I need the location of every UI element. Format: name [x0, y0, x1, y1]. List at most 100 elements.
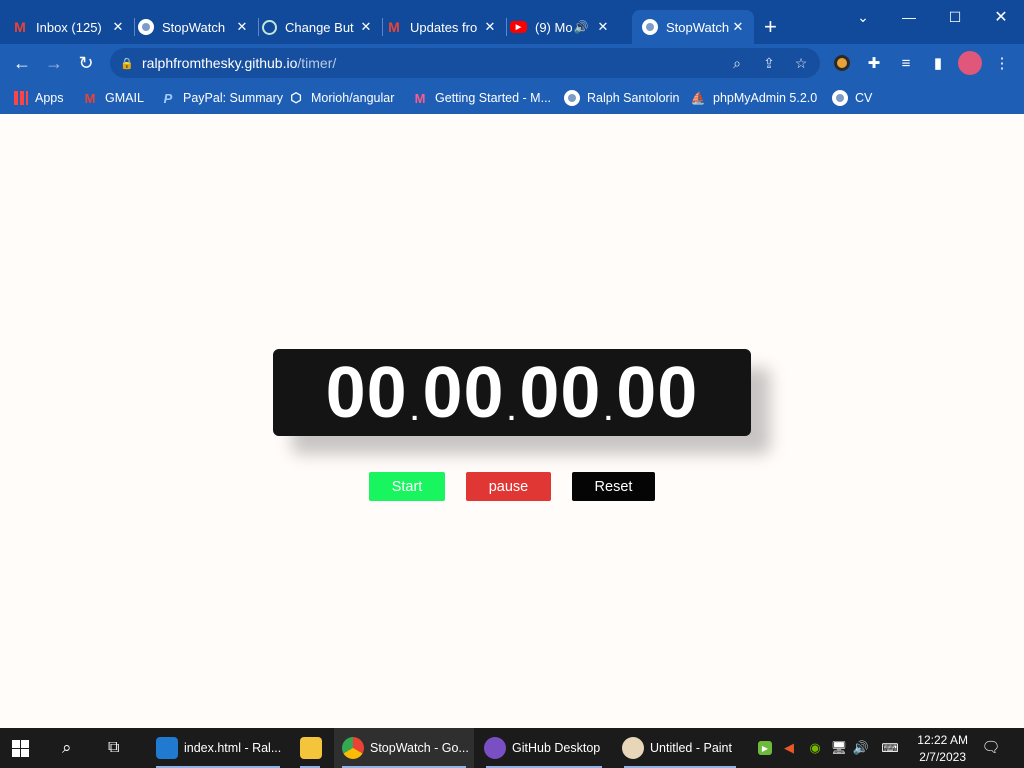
bookmark-ralph[interactable]: Ralph Santolorin [564, 89, 679, 107]
bookmark-apps[interactable]: Apps [14, 89, 64, 107]
task-view-icon[interactable]: ⧉ [108, 728, 130, 768]
keyboard-icon[interactable]: ⌨ [878, 739, 902, 757]
notifications-icon[interactable]: 🗨 [981, 738, 1000, 756]
forward-icon[interactable]: → [44, 53, 64, 73]
minimize-button[interactable]: — [886, 6, 932, 28]
taskbar-label: Untitled - Paint [650, 741, 732, 755]
tab-updates[interactable]: M Updates fro ✕ [386, 10, 506, 44]
bookmark-paypal[interactable]: P PayPal: Summary [160, 89, 283, 107]
close-window-button[interactable]: ✕ [978, 6, 1024, 28]
speaker-icon[interactable]: 🔊 [852, 739, 870, 757]
tab-stopwatch-active[interactable]: StopWatch ✕ [632, 10, 754, 44]
close-icon[interactable]: ✕ [482, 19, 498, 35]
bookmark-cv[interactable]: CV [832, 89, 872, 107]
reload-icon[interactable]: ↻ [76, 53, 96, 73]
url-path: /timer/ [297, 55, 337, 71]
chrome-icon [342, 737, 364, 759]
taskbar-vscode[interactable]: index.html - Ral... [148, 728, 288, 768]
clock-time: 12:22 AM [917, 733, 968, 747]
bookmark-getting-started[interactable]: M Getting Started - M... [412, 89, 551, 107]
paint-icon [622, 737, 644, 759]
hours-value: 00 [325, 353, 408, 433]
clock[interactable]: 12:22 AM 2/7/2023 [917, 732, 968, 766]
nvidia-icon[interactable]: ◉ [806, 739, 824, 757]
screen: M Inbox (125) ✕ StopWatch ✕ Change But ✕… [0, 0, 1024, 768]
close-icon[interactable]: ✕ [730, 19, 746, 35]
globe-icon [832, 90, 848, 106]
menu-kebab-icon[interactable]: ⋮ [992, 53, 1012, 73]
bookmark-star-icon[interactable]: ☆ [792, 54, 810, 72]
start-button[interactable]: Start [369, 472, 445, 501]
taskbar-label: StopWatch - Go... [370, 741, 469, 755]
bookmark-label: CV [855, 91, 873, 105]
close-icon[interactable]: ✕ [358, 19, 374, 35]
taskbar-paint[interactable]: Untitled - Paint [616, 728, 744, 768]
centiseconds-value: 00 [616, 353, 699, 433]
lock-icon[interactable]: 🔒 [118, 54, 136, 72]
extensions-puzzle-icon[interactable]: ✚ [864, 53, 884, 73]
back-icon[interactable]: ← [12, 53, 32, 73]
close-icon[interactable]: ✕ [595, 19, 611, 35]
tab-youtube[interactable]: ▶ (9) Mo 🔊 ✕ [510, 10, 630, 44]
search-icon[interactable]: ⌕ [62, 728, 84, 768]
chatgpt-icon [262, 19, 277, 35]
getting-started-icon: M [414, 90, 426, 106]
tab-inbox[interactable]: M Inbox (125) ✕ [12, 10, 134, 44]
taskbar-file-explorer[interactable] [292, 728, 328, 768]
taskbar-github[interactable]: GitHub Desktop [478, 728, 610, 768]
maximize-button[interactable]: ☐ [932, 6, 978, 28]
side-panel-icon[interactable]: ▮ [928, 53, 948, 73]
share-icon[interactable]: ⇪ [760, 54, 778, 72]
phpmyadmin-icon: ⛵ [690, 91, 706, 105]
paypal-icon: P [163, 90, 173, 106]
vscode-icon [156, 737, 178, 759]
tab-title: Inbox (125) [36, 19, 102, 35]
start-menu-button[interactable] [12, 728, 38, 768]
tab-title: (9) Mo [535, 19, 573, 35]
tab-title: Updates fro [410, 19, 478, 35]
github-desktop-icon [484, 737, 506, 759]
bookmark-morioh[interactable]: ⬡ Morioh/angular [288, 89, 394, 107]
url-host: ralphfromthesky.github.io [142, 55, 298, 71]
profile-avatar[interactable] [958, 51, 982, 75]
bookmark-phpmyadmin[interactable]: ⛵ phpMyAdmin 5.2.0 [690, 89, 818, 107]
separator: . [410, 395, 420, 426]
url-text[interactable]: ralphfromthesky.github.io/timer/ [142, 55, 336, 71]
speaker-icon[interactable]: 🔊 [573, 19, 589, 35]
taskbar-chrome[interactable]: StopWatch - Go... [334, 728, 474, 768]
zoom-icon[interactable]: ⌕ [728, 54, 746, 72]
bookmark-label: Apps [35, 91, 64, 105]
address-bar[interactable]: 🔒 ralphfromthesky.github.io/timer/ ⌕ ⇪ ☆ [110, 48, 820, 78]
tray-volume-mute-icon[interactable]: ◀ [780, 739, 798, 757]
close-icon[interactable]: ✕ [234, 19, 250, 35]
close-icon[interactable]: ✕ [110, 19, 126, 35]
pause-button[interactable]: pause [466, 472, 551, 501]
browser-toolbar: ← → ↻ 🔒 ralphfromthesky.github.io/timer/… [0, 44, 1024, 82]
tray-app-icon[interactable]: ▶ [758, 741, 772, 755]
minutes-value: 00 [422, 353, 505, 433]
bookmarks-bar: Apps M GMAIL P PayPal: Summary ⬡ Morioh/ang… [0, 82, 1024, 114]
taskbar-label: index.html - Ral... [184, 741, 282, 755]
extension-icon[interactable] [832, 53, 852, 73]
new-tab-button[interactable]: + [764, 16, 777, 38]
tab-stopwatch[interactable]: StopWatch ✕ [138, 10, 258, 44]
apps-grid-icon [14, 91, 28, 105]
bookmark-label: phpMyAdmin 5.2.0 [713, 91, 818, 105]
reset-button[interactable]: Reset [572, 472, 655, 501]
bookmark-label: Ralph Santolorin [587, 91, 680, 105]
bookmark-label: Getting Started - M... [435, 91, 552, 105]
tab-search-icon[interactable]: ⌄ [840, 6, 886, 28]
timer-display: 00 . 00 . 00 . 00 [273, 349, 751, 436]
bookmark-gmail[interactable]: M GMAIL [82, 89, 144, 107]
network-icon[interactable]: 🖥 [830, 739, 848, 757]
clock-date: 2/7/2023 [919, 750, 966, 764]
taskbar: ⌕ ⧉ index.html - Ral... StopWatch - Go..… [0, 728, 1024, 768]
globe-icon [642, 19, 658, 35]
tab-title: StopWatch [162, 19, 226, 35]
windows-icon [12, 739, 29, 757]
media-queue-icon[interactable]: ≡ [896, 53, 916, 73]
bookmark-label: Morioh/angular [311, 91, 395, 105]
gmail-icon: M [14, 19, 26, 35]
tab-change-but[interactable]: Change But ✕ [262, 10, 382, 44]
morioh-icon: ⬡ [290, 90, 302, 105]
